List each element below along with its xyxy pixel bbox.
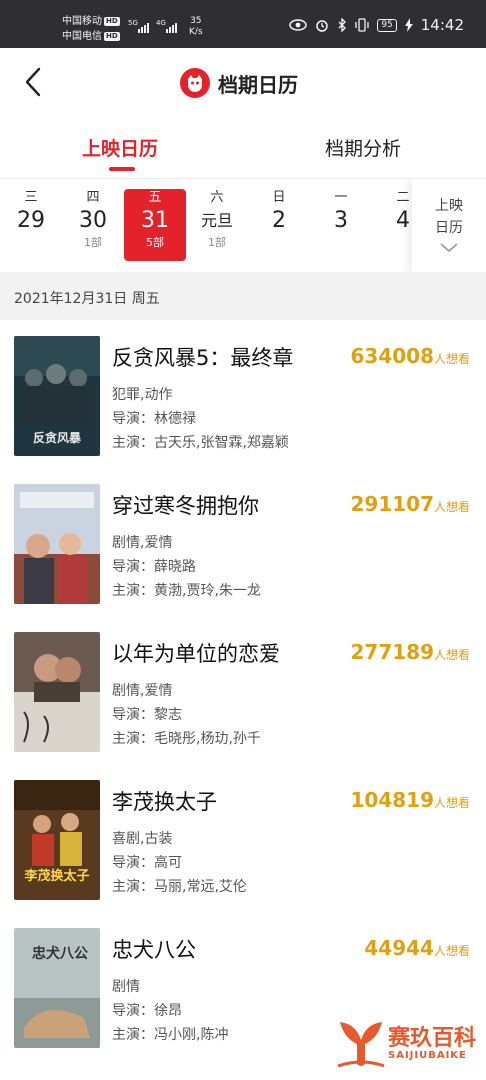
watermark: 赛玖百科 SAIJIUBAIKE	[336, 1014, 482, 1076]
carrier-2: 中国电信	[62, 31, 102, 42]
release-calendar-expand-button[interactable]: 上映 日历	[412, 179, 486, 272]
watermark-subtitle: SAIJIUBAIKE	[388, 1050, 467, 1061]
date-day: 2	[272, 208, 286, 233]
movie-item[interactable]: 李茂换太子 李茂换太子 104819人想看 喜剧,古装 导演：高可 主演：马丽,…	[0, 764, 486, 912]
date-count: 1部	[84, 236, 102, 249]
chevron-down-icon	[440, 243, 458, 253]
movie-cast: 主演：毛晓彤,杨玏,孙千	[112, 731, 261, 747]
date-item[interactable]: 三 29	[0, 189, 62, 261]
whale-tail-logo-icon	[337, 1022, 385, 1068]
movie-genre: 剧情	[112, 979, 140, 995]
movie-poster[interactable]: 反贪风暴	[14, 336, 100, 456]
date-day: 30	[79, 208, 107, 233]
page-title-wrap: 档期日历	[180, 68, 298, 98]
movie-item[interactable]: 穿过寒冬拥抱你 291107人想看 剧情,爱情 导演：薛晓路 主演：黄渤,贾玲,…	[0, 468, 486, 616]
date-item[interactable]: 日 2	[248, 189, 310, 261]
alarm-icon	[316, 20, 329, 32]
movie-title[interactable]: 反贪风暴5：最终章	[112, 342, 293, 372]
date-count: 1部	[208, 236, 226, 249]
date-weekday: 日	[272, 190, 286, 205]
clock: 14:42	[420, 16, 464, 34]
bluetooth-icon	[338, 18, 347, 32]
movie-cast: 主演：冯小刚,陈冲	[112, 1027, 229, 1043]
tab-schedule-analysis[interactable]: 档期分析	[325, 134, 401, 161]
movie-list: 反贪风暴 反贪风暴5：最终章 634008人想看 犯罪,动作 导演：林德禄 主演…	[0, 320, 486, 1060]
net-4g-label: 4G	[156, 19, 166, 27]
charging-icon	[404, 18, 413, 32]
battery-icon: 95	[377, 18, 397, 32]
movie-director: 导演：高可	[112, 855, 182, 871]
movie-cast: 主演：黄渤,贾玲,朱一龙	[112, 583, 261, 599]
watermark-title: 赛玖百科	[388, 1026, 477, 1051]
date-count: 5部	[146, 236, 164, 249]
movie-title[interactable]: 以年为单位的恋爱	[112, 638, 280, 668]
tab-release-calendar[interactable]: 上映日历	[82, 134, 158, 161]
chevron-left-icon	[25, 67, 41, 97]
date-weekday: 三	[24, 190, 38, 205]
movie-poster[interactable]: 李茂换太子	[14, 780, 100, 900]
selected-date-label: 2021年12月31日 周五	[14, 291, 160, 307]
poster-title: 反贪风暴	[33, 430, 82, 445]
want-to-see-count: 291107人想看	[350, 492, 470, 516]
carrier-info: 中国移动 HD 中国电信 HD	[62, 14, 120, 44]
poster-title: 李茂换太子	[23, 868, 89, 884]
movie-director: 导演：黎志	[112, 707, 182, 723]
movie-genre: 犯罪,动作	[112, 387, 173, 403]
movie-title[interactable]: 忠犬八公	[112, 934, 196, 964]
date-weekday: 五	[148, 190, 162, 205]
movie-poster[interactable]	[14, 484, 100, 604]
network-speed: 35 K/s	[189, 16, 203, 37]
movie-title[interactable]: 李茂换太子	[112, 786, 217, 816]
date-day: 29	[17, 208, 45, 233]
status-bar: 中国移动 HD 中国电信 HD 5G 4G 35 K/s 95 14:42	[0, 0, 486, 48]
signal-icon: 5G 4G	[128, 19, 177, 33]
movie-genre: 剧情,爱情	[112, 683, 173, 699]
movie-cast: 主演：马丽,常远,艾伦	[112, 879, 247, 895]
movie-cast: 主演：古天乐,张智霖,郑嘉颖	[112, 435, 289, 451]
movie-director: 导演：林德禄	[112, 411, 196, 427]
hd-badge: HD	[104, 17, 120, 26]
date-day: 31	[141, 208, 169, 233]
tab-underline	[109, 167, 135, 171]
expand-label-1: 上映	[435, 198, 463, 214]
cat-eye-logo-icon	[180, 68, 210, 98]
poster-title: 忠犬八公	[32, 945, 88, 962]
app-header: 档期日历	[0, 48, 486, 116]
movie-genre: 喜剧,古装	[112, 831, 173, 847]
movie-item[interactable]: 反贪风暴 反贪风暴5：最终章 634008人想看 犯罪,动作 导演：林德禄 主演…	[0, 320, 486, 468]
eye-icon	[289, 19, 308, 31]
movie-director: 导演：薛晓路	[112, 559, 196, 575]
want-to-see-count: 634008人想看	[350, 344, 470, 368]
date-item-selected[interactable]: 五 31 5部	[124, 189, 186, 261]
selected-date-bar: 2021年12月31日 周五	[0, 272, 486, 320]
movie-title[interactable]: 穿过寒冬拥抱你	[112, 490, 259, 520]
movie-director: 导演：徐昂	[112, 1003, 182, 1019]
movie-poster[interactable]: 忠犬八公	[14, 928, 100, 1048]
date-weekday: 四	[86, 190, 100, 205]
back-button[interactable]	[18, 64, 48, 100]
date-day: 元旦	[200, 211, 233, 230]
want-to-see-count: 44944人想看	[364, 936, 470, 960]
date-item[interactable]: 六 元旦 1部	[186, 189, 248, 261]
status-right: 95 14:42	[289, 16, 464, 34]
net-5g-label: 5G	[128, 19, 138, 27]
movie-item[interactable]: 以年为单位的恋爱 277189人想看 剧情,爱情 导演：黎志 主演：毛晓彤,杨玏…	[0, 616, 486, 764]
carrier-1: 中国移动	[62, 16, 102, 27]
want-to-see-count: 277189人想看	[350, 640, 470, 664]
date-strip[interactable]: 三 29 四 30 1部 五 31 5部 六 元旦 1部 日 2 一 3 二 4…	[0, 178, 486, 272]
movie-genre: 剧情,爱情	[112, 535, 173, 551]
vibrate-icon	[355, 18, 369, 32]
date-item[interactable]: 四 30 1部	[62, 189, 124, 261]
page-title: 档期日历	[218, 72, 298, 97]
want-to-see-count: 104819人想看	[350, 788, 470, 812]
date-weekday: 一	[334, 190, 348, 205]
hd-badge: HD	[104, 32, 120, 41]
date-day: 3	[334, 208, 348, 233]
date-item[interactable]: 一 3	[310, 189, 372, 261]
tab-bar: 上映日历 档期分析	[0, 116, 486, 178]
movie-poster[interactable]	[14, 632, 100, 752]
date-weekday: 六	[210, 190, 224, 205]
expand-label-2: 日历	[435, 220, 463, 236]
